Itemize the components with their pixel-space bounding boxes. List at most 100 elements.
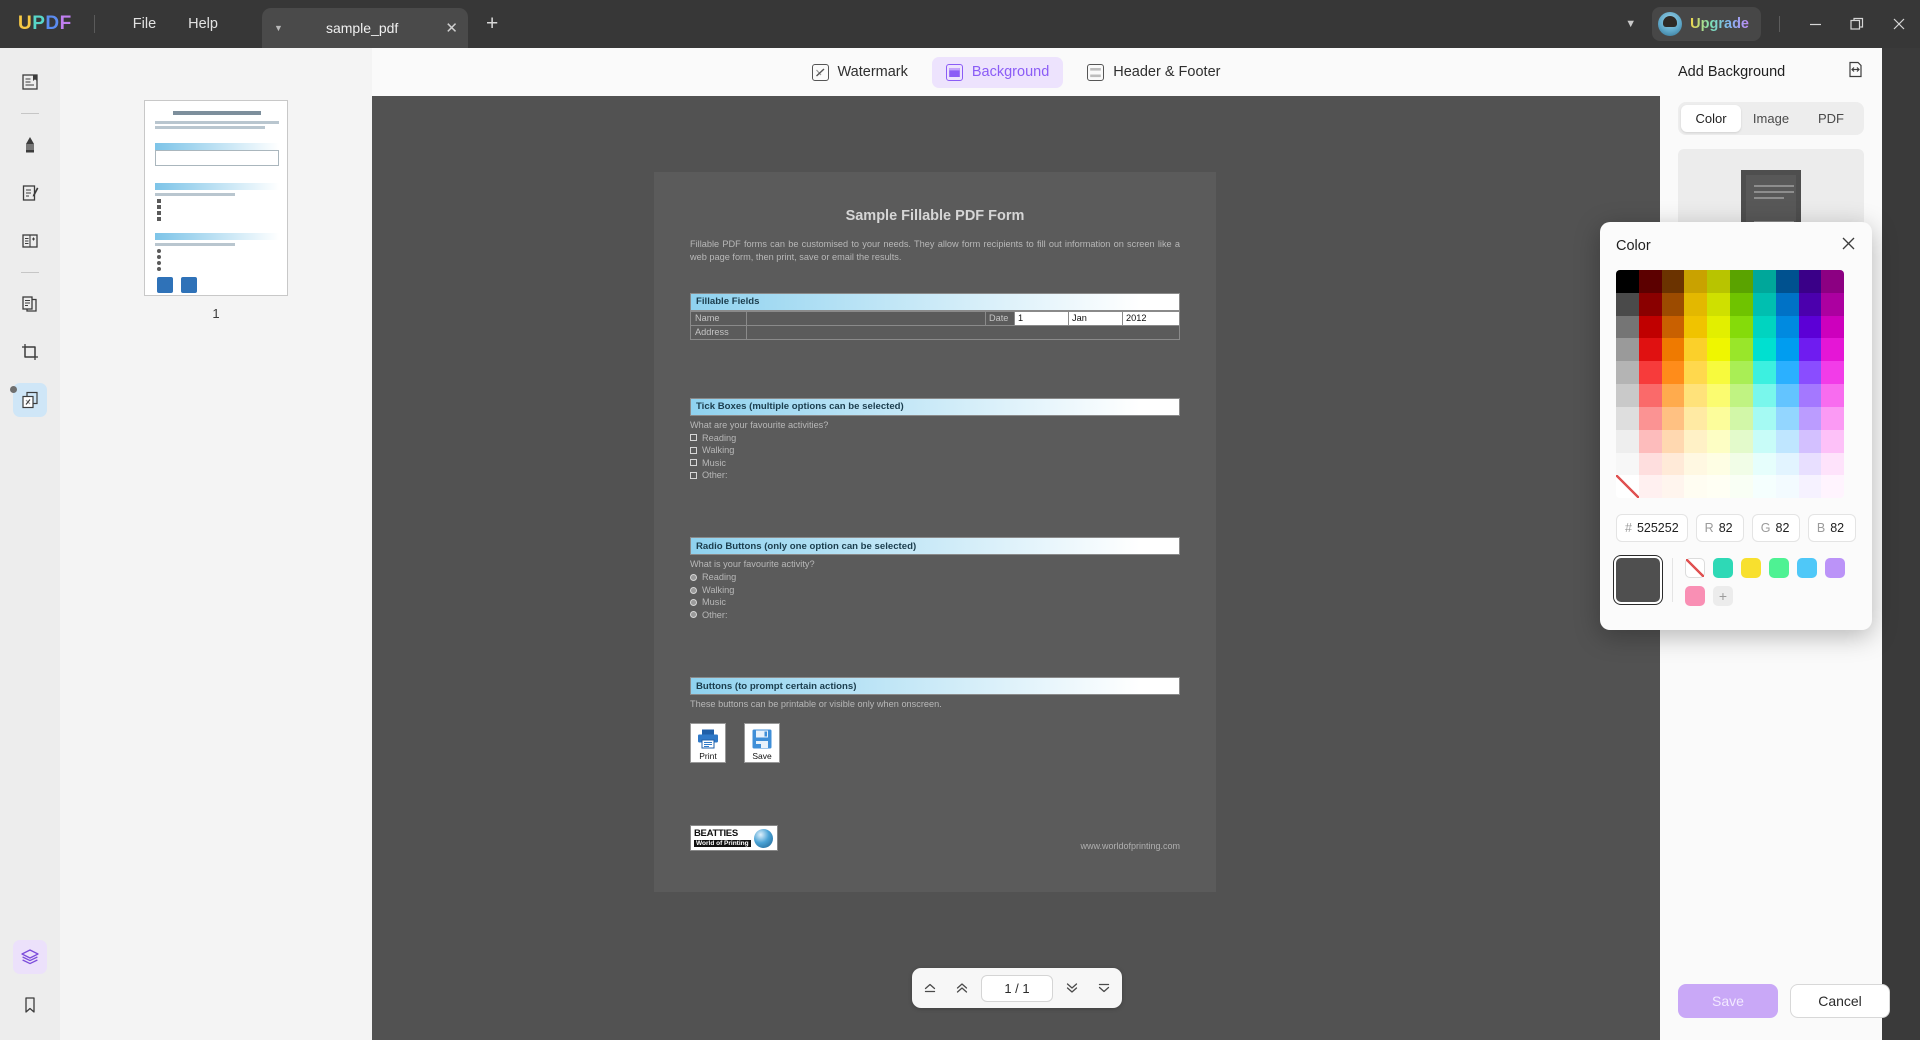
color-swatch[interactable] (1798, 406, 1822, 430)
panel-resize-handle[interactable] (10, 386, 17, 393)
color-swatch[interactable] (1821, 452, 1844, 476)
color-swatch[interactable] (1707, 292, 1731, 316)
recent-colors-grid[interactable]: + (1685, 558, 1845, 607)
color-swatch[interactable] (1707, 429, 1731, 453)
radio-option[interactable]: Other: (690, 609, 1180, 621)
color-swatch[interactable] (1684, 452, 1708, 476)
color-swatch[interactable] (1661, 384, 1685, 407)
date-day-input[interactable]: 1 (1015, 311, 1069, 325)
color-swatch[interactable] (1821, 406, 1844, 430)
color-swatch[interactable] (1616, 384, 1639, 407)
radio-icon[interactable] (690, 586, 697, 594)
sidebar-item-bookmark[interactable] (13, 988, 47, 1022)
date-year-input[interactable]: 2012 (1123, 311, 1179, 325)
color-swatch[interactable] (1684, 475, 1708, 499)
menu-help[interactable]: Help (172, 9, 234, 39)
tab-image[interactable]: Image (1741, 105, 1801, 132)
blue-input[interactable]: B 82 (1807, 514, 1856, 543)
color-swatch[interactable] (1638, 452, 1662, 476)
no-color-swatch[interactable] (1685, 558, 1705, 579)
color-swatch[interactable] (1684, 292, 1708, 316)
color-swatch[interactable] (1798, 338, 1822, 362)
color-swatch[interactable] (1821, 292, 1844, 316)
color-swatch[interactable] (1661, 429, 1685, 453)
color-swatch[interactable] (1775, 315, 1799, 339)
radio-icon[interactable] (690, 598, 697, 606)
close-icon[interactable] (1841, 236, 1856, 256)
color-swatch[interactable] (1661, 292, 1685, 316)
color-swatch[interactable] (1638, 361, 1662, 385)
color-swatch[interactable] (1752, 452, 1776, 476)
color-swatch[interactable] (1661, 270, 1685, 293)
color-swatch[interactable] (1775, 429, 1799, 453)
radio-option[interactable]: Reading (690, 571, 1180, 583)
sidebar-item-reader-mode[interactable] (13, 65, 47, 99)
color-swatch[interactable] (1752, 315, 1776, 339)
recent-color-swatch[interactable] (1741, 558, 1761, 579)
color-swatch[interactable] (1730, 292, 1753, 316)
radio-icon[interactable] (690, 574, 697, 582)
color-swatch[interactable] (1730, 315, 1753, 339)
color-swatch[interactable] (1638, 429, 1662, 453)
color-swatch[interactable] (1730, 406, 1753, 430)
menu-file[interactable]: File (117, 9, 172, 39)
name-input[interactable] (747, 311, 985, 325)
color-swatch[interactable] (1730, 429, 1753, 453)
checkbox-option[interactable]: Walking (690, 444, 1180, 456)
checkbox-option[interactable]: Other: (690, 469, 1180, 481)
add-color-button[interactable]: + (1713, 586, 1733, 607)
color-swatch[interactable] (1752, 361, 1776, 385)
color-swatch[interactable] (1616, 475, 1639, 499)
color-swatch[interactable] (1616, 292, 1639, 316)
color-swatch[interactable] (1752, 270, 1776, 293)
checkbox-option[interactable]: Music (690, 457, 1180, 469)
color-swatch[interactable] (1821, 361, 1844, 385)
radio-option[interactable]: Music (690, 596, 1180, 608)
collapse-panel-icon[interactable] (1847, 61, 1864, 83)
new-tab-button[interactable]: + (486, 12, 498, 36)
radio-icon[interactable] (690, 611, 697, 619)
color-swatch[interactable] (1616, 315, 1639, 339)
color-swatch[interactable] (1707, 338, 1731, 362)
color-swatch[interactable] (1707, 452, 1731, 476)
close-window-icon[interactable] (1878, 0, 1920, 48)
color-swatch[interactable] (1616, 406, 1639, 430)
color-swatch[interactable] (1684, 361, 1708, 385)
color-swatch[interactable] (1684, 384, 1708, 407)
color-swatch[interactable] (1821, 270, 1844, 293)
color-swatch[interactable] (1775, 452, 1799, 476)
color-swatch[interactable] (1638, 315, 1662, 339)
color-swatch[interactable] (1661, 338, 1685, 362)
color-swatch[interactable] (1798, 315, 1822, 339)
color-swatch[interactable] (1616, 270, 1639, 293)
color-swatch[interactable] (1707, 406, 1731, 430)
checkbox-icon[interactable] (690, 459, 697, 467)
page-number-input[interactable]: 1 / 1 (981, 974, 1053, 1002)
color-swatch[interactable] (1775, 338, 1799, 362)
color-swatch[interactable] (1821, 429, 1844, 453)
checkbox-icon[interactable] (690, 446, 697, 454)
recent-color-swatch[interactable] (1769, 558, 1789, 579)
color-swatch[interactable] (1821, 315, 1844, 339)
color-swatch[interactable] (1730, 338, 1753, 362)
tab-pdf[interactable]: PDF (1801, 105, 1861, 132)
color-swatch[interactable] (1707, 361, 1731, 385)
color-swatch[interactable] (1821, 384, 1844, 407)
color-swatch[interactable] (1752, 406, 1776, 430)
save-button[interactable]: Save (744, 723, 780, 764)
color-swatch[interactable] (1798, 292, 1822, 316)
sidebar-item-annotate[interactable] (13, 128, 47, 162)
color-swatch[interactable] (1752, 429, 1776, 453)
recent-color-swatch[interactable] (1713, 558, 1733, 579)
color-swatch[interactable] (1752, 292, 1776, 316)
date-month-input[interactable]: Jan (1069, 311, 1123, 325)
color-swatch[interactable] (1775, 292, 1799, 316)
color-swatch[interactable] (1638, 270, 1662, 293)
sidebar-item-convert-pdf[interactable] (13, 287, 47, 321)
sidebar-item-crop-page[interactable] (13, 335, 47, 369)
color-swatch[interactable] (1684, 429, 1708, 453)
color-swatch[interactable] (1798, 475, 1822, 499)
color-swatch[interactable] (1730, 452, 1753, 476)
color-swatch[interactable] (1775, 475, 1799, 499)
color-swatch[interactable] (1616, 452, 1639, 476)
